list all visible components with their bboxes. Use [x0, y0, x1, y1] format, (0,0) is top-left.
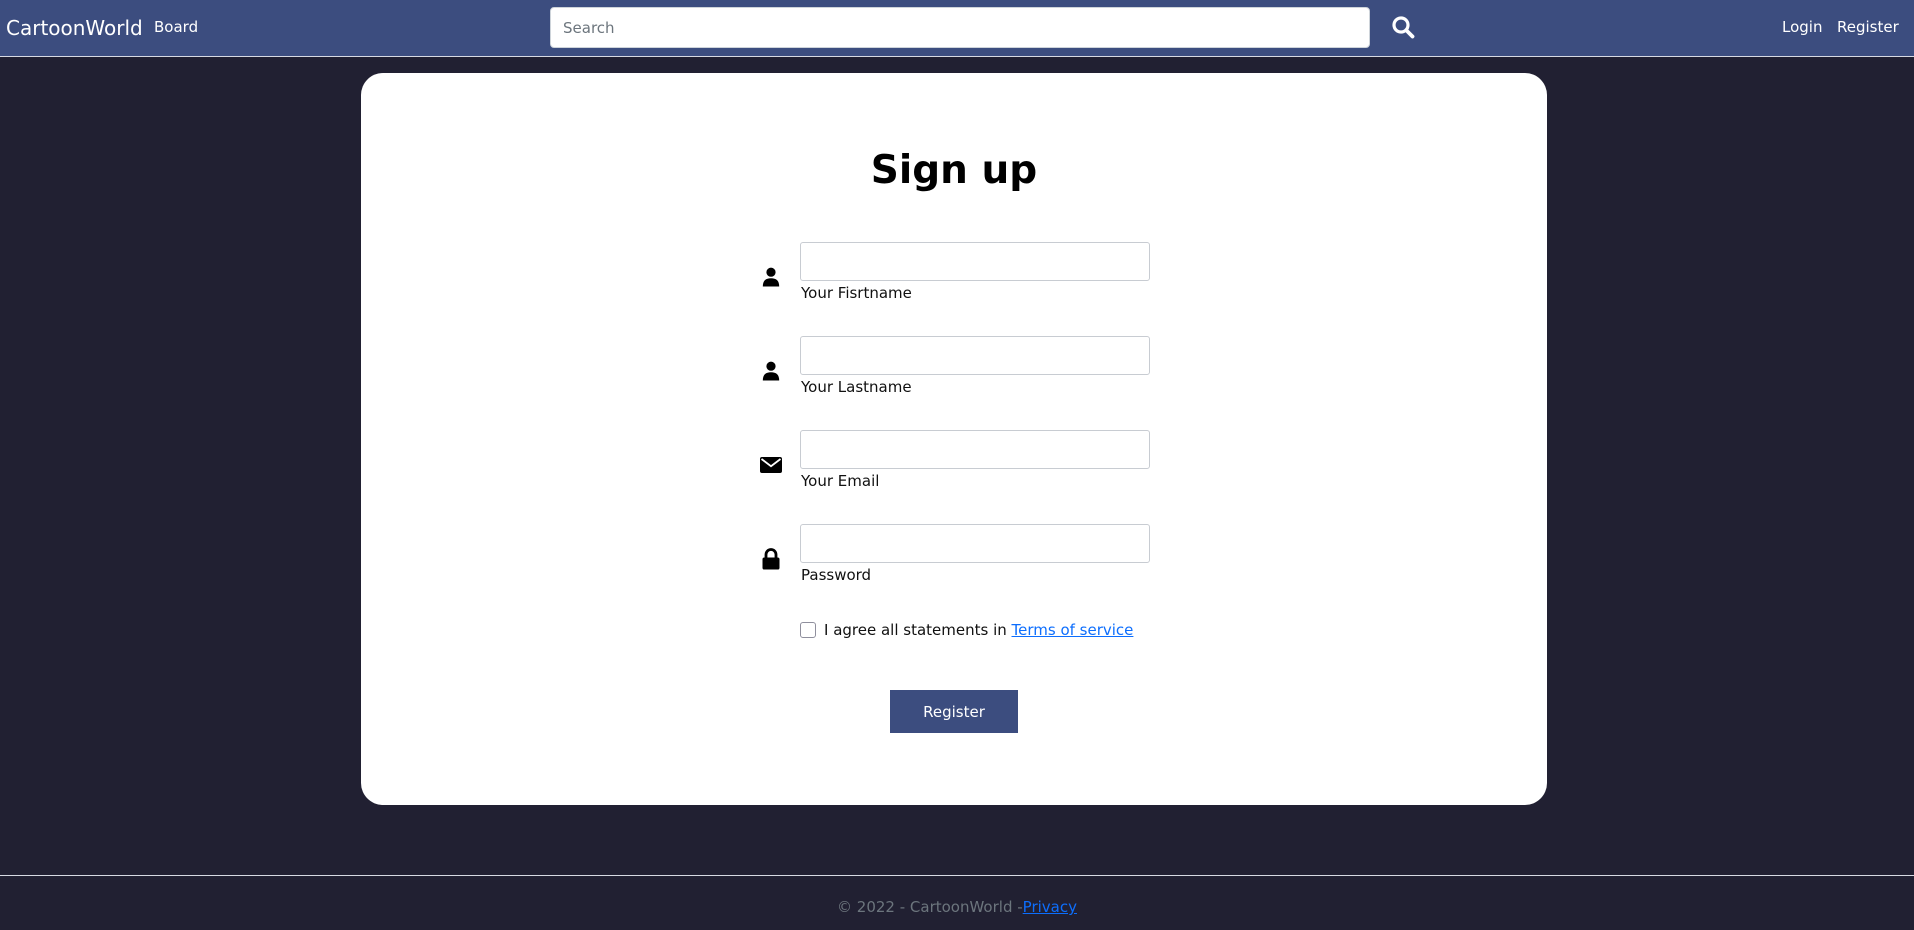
search-button[interactable] — [1388, 12, 1418, 42]
footer: © 2022 - CartoonWorld -Privacy — [0, 897, 1914, 917]
terms-of-service-link[interactable]: Terms of service — [1012, 621, 1134, 639]
register-button[interactable]: Register — [890, 690, 1018, 733]
email-label: Your Email — [801, 472, 880, 490]
nav-login-link[interactable]: Login — [1782, 17, 1822, 37]
footer-divider — [0, 875, 1914, 876]
password-input[interactable] — [800, 524, 1150, 563]
page-title: Sign up — [870, 148, 1038, 193]
nav-register-link[interactable]: Register — [1837, 17, 1899, 37]
brand-link[interactable]: CartoonWorld — [6, 15, 143, 41]
lastname-label: Your Lastname — [801, 378, 912, 396]
firstname-label: Your Fisrtname — [801, 284, 912, 302]
nav-board-link[interactable]: Board — [154, 17, 198, 37]
user-icon — [760, 266, 782, 288]
user-icon — [760, 360, 782, 382]
lastname-input[interactable] — [800, 336, 1150, 375]
search-input[interactable] — [550, 7, 1370, 48]
lock-icon — [760, 548, 782, 570]
email-input[interactable] — [800, 430, 1150, 469]
footer-copyright: © 2022 - CartoonWorld - — [837, 898, 1023, 916]
firstname-input[interactable] — [800, 242, 1150, 281]
password-label: Password — [801, 566, 872, 584]
search-icon — [1392, 16, 1415, 39]
agree-text: I agree all statements in Terms of servi… — [824, 620, 1133, 640]
terms-checkbox[interactable] — [800, 622, 816, 638]
top-navbar: CartoonWorld Board Login Register — [0, 0, 1914, 57]
agree-statement: I agree all statements in — [824, 621, 1012, 639]
envelope-icon — [760, 454, 782, 476]
privacy-link[interactable]: Privacy — [1023, 898, 1077, 916]
